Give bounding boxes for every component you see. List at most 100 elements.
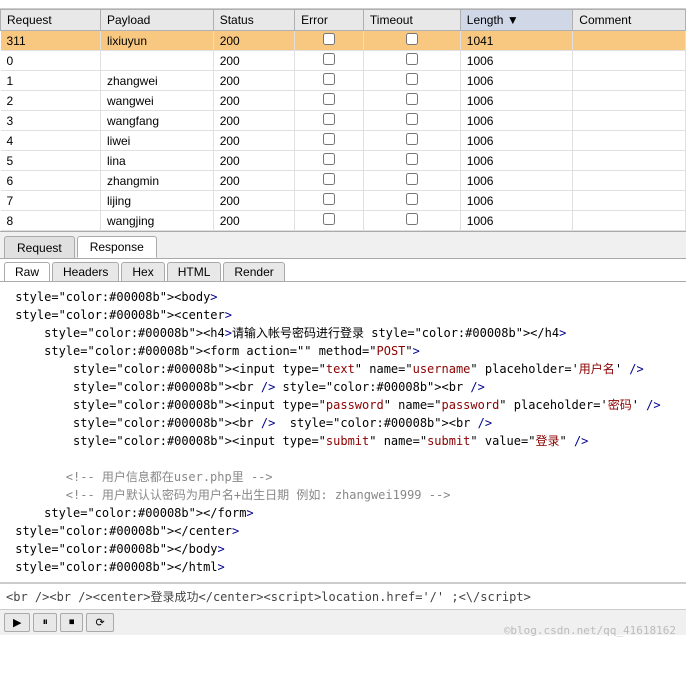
tab-request[interactable]: Request — [4, 236, 75, 258]
cell-payload: lixiuyun — [100, 31, 213, 51]
col-header-comment[interactable]: Comment — [573, 10, 686, 31]
cell-timeout — [363, 151, 460, 171]
results-table: RequestPayloadStatusErrorTimeoutLength ▼… — [0, 9, 686, 231]
cell-status: 200 — [213, 51, 294, 71]
table-row[interactable]: 311lixiuyun2001041 — [1, 31, 686, 51]
table-row[interactable]: 6zhangmin2001006 — [1, 171, 686, 191]
table-row[interactable]: 5lina2001006 — [1, 151, 686, 171]
code-line: style="color:#00008b"></center> — [8, 522, 678, 540]
table-row[interactable]: 3wangfang200 1006 — [1, 111, 686, 131]
cell-length: 1006 — [460, 51, 573, 71]
cell-comment — [573, 91, 686, 111]
error-checkbox[interactable] — [323, 73, 335, 85]
cell-payload: zhangmin — [100, 171, 213, 191]
sub-tab-hex[interactable]: Hex — [121, 262, 164, 281]
error-checkbox[interactable] — [323, 153, 335, 165]
error-checkbox[interactable] — [323, 113, 335, 125]
cell-request: 0 — [1, 51, 101, 71]
bottom-btn-0[interactable]: ▶ — [4, 613, 30, 632]
cell-error — [295, 191, 364, 211]
bottom-btn-1[interactable]: ⏸ — [33, 613, 57, 632]
table-row[interactable]: 7lijing2001006 — [1, 191, 686, 211]
table-row[interactable]: 0 200 1006 — [1, 51, 686, 71]
cell-length: 1041 — [460, 31, 573, 51]
code-line: style="color:#00008b"></html> — [8, 558, 678, 576]
cell-error — [295, 211, 364, 231]
code-line: style="color:#00008b"><form action="" me… — [8, 342, 678, 360]
cell-timeout — [363, 171, 460, 191]
timeout-checkbox[interactable] — [406, 173, 418, 185]
bottom-btn-3[interactable]: ⟳ — [86, 613, 113, 632]
sub-tabs: RawHeadersHexHTMLRender — [0, 259, 686, 282]
cell-request: 3 — [1, 111, 101, 131]
cell-error — [295, 71, 364, 91]
cell-timeout — [363, 91, 460, 111]
cell-payload: wangfang — [100, 111, 213, 131]
cell-length: 1006 — [460, 111, 573, 131]
cell-payload — [100, 51, 213, 71]
cell-request: 6 — [1, 171, 101, 191]
timeout-checkbox[interactable] — [406, 33, 418, 45]
code-line: style="color:#00008b"><center> — [8, 306, 678, 324]
error-checkbox[interactable] — [323, 33, 335, 45]
cell-request: 7 — [1, 191, 101, 211]
code-line: <!-- 用户默认认密码为用户名+出生日期 例如: zhangwei1999 -… — [8, 486, 678, 504]
cell-request: 5 — [1, 151, 101, 171]
cell-timeout — [363, 191, 460, 211]
cell-status: 200 — [213, 131, 294, 151]
response-preview: <br /><br /><center>登录成功</center><script… — [0, 583, 686, 609]
col-header-request[interactable]: Request — [1, 10, 101, 31]
error-checkbox[interactable] — [323, 173, 335, 185]
timeout-checkbox[interactable] — [406, 73, 418, 85]
cell-request: 2 — [1, 91, 101, 111]
error-checkbox[interactable] — [323, 93, 335, 105]
timeout-checkbox[interactable] — [406, 193, 418, 205]
tab-response[interactable]: Response — [77, 236, 157, 258]
cell-request: 8 — [1, 211, 101, 231]
code-line: style="color:#00008b"><input type="text"… — [8, 360, 678, 378]
cell-error — [295, 111, 364, 131]
sub-tab-raw[interactable]: Raw — [4, 262, 50, 281]
error-checkbox[interactable] — [323, 53, 335, 65]
cell-error — [295, 31, 364, 51]
sub-tab-render[interactable]: Render — [223, 262, 284, 281]
timeout-checkbox[interactable] — [406, 113, 418, 125]
cell-comment — [573, 51, 686, 71]
timeout-checkbox[interactable] — [406, 93, 418, 105]
timeout-checkbox[interactable] — [406, 153, 418, 165]
cell-timeout — [363, 51, 460, 71]
error-checkbox[interactable] — [323, 133, 335, 145]
table-row[interactable]: 1zhangwei2001006 — [1, 71, 686, 91]
sub-tab-headers[interactable]: Headers — [52, 262, 119, 281]
cell-status: 200 — [213, 111, 294, 131]
error-checkbox[interactable] — [323, 193, 335, 205]
cell-error — [295, 131, 364, 151]
col-header-timeout[interactable]: Timeout — [363, 10, 460, 31]
cell-timeout — [363, 111, 460, 131]
table-row[interactable]: 4liwei2001006 — [1, 131, 686, 151]
timeout-checkbox[interactable] — [406, 133, 418, 145]
bottom-btn-2[interactable]: ⏹ — [60, 613, 84, 632]
timeout-checkbox[interactable] — [406, 213, 418, 225]
error-checkbox[interactable] — [323, 213, 335, 225]
col-header-payload[interactable]: Payload — [100, 10, 213, 31]
col-header-status[interactable]: Status — [213, 10, 294, 31]
col-header-error[interactable]: Error — [295, 10, 364, 31]
cell-payload: zhangwei — [100, 71, 213, 91]
cell-length: 1006 — [460, 71, 573, 91]
cell-length: 1006 — [460, 91, 573, 111]
table-row[interactable]: 2wangwei2001006 — [1, 91, 686, 111]
cell-length: 1006 — [460, 131, 573, 151]
cell-timeout — [363, 131, 460, 151]
col-header-length[interactable]: Length ▼ — [460, 10, 573, 31]
code-line: style="color:#00008b"><h4>请输入帐号密码进行登录 st… — [8, 324, 678, 342]
timeout-checkbox[interactable] — [406, 53, 418, 65]
code-line: style="color:#00008b"></body> — [8, 540, 678, 558]
code-line: style="color:#00008b"><input type="submi… — [8, 432, 678, 450]
cell-comment — [573, 131, 686, 151]
sub-tab-html[interactable]: HTML — [167, 262, 222, 281]
cell-payload: liwei — [100, 131, 213, 151]
table-row[interactable]: 8wangjing2001006 — [1, 211, 686, 231]
cell-payload: wangwei — [100, 91, 213, 111]
cell-status: 200 — [213, 151, 294, 171]
